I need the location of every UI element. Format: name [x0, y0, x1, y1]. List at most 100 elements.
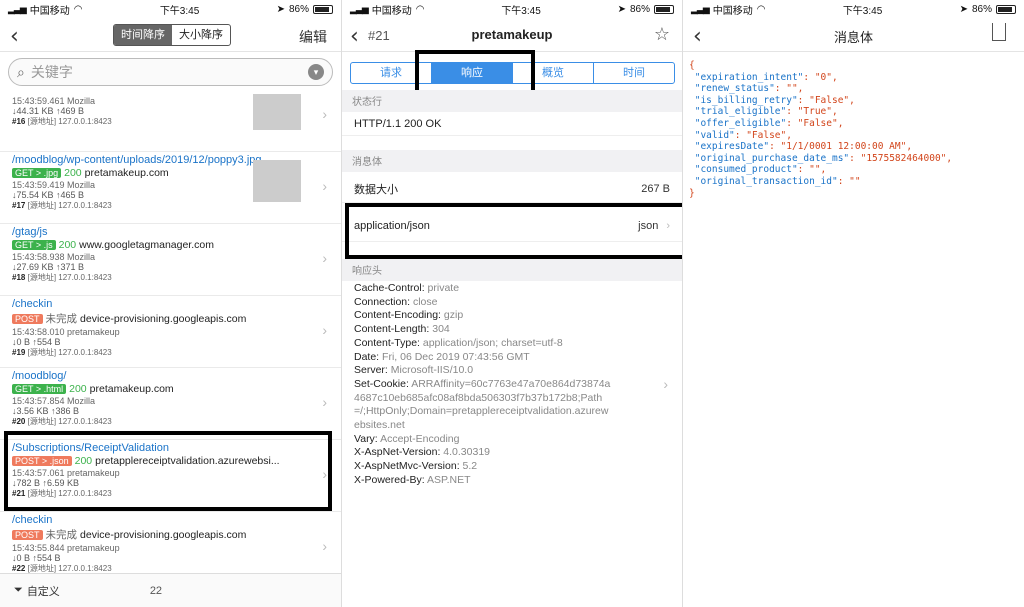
- source-address: [源地址] 127.0.0.1:8423: [27, 417, 112, 426]
- request-path: /moodblog/: [12, 370, 67, 382]
- json-body: { "expiration_intent": "0", "renew_statu…: [689, 60, 952, 199]
- list-navbar: ‹ 时间降序 大小降序 编辑: [0, 18, 341, 52]
- clock: 下午3:45: [842, 5, 883, 17]
- json-line: {: [689, 60, 952, 72]
- sort-by-size[interactable]: 大小降序: [172, 25, 230, 45]
- json-value: : "1/1/0001 12:00:00 AM",: [769, 141, 913, 153]
- host: pretamakeup.com: [89, 383, 174, 395]
- chevron-right-icon: ›: [322, 322, 327, 338]
- json-key: "offer_eligible": [689, 117, 787, 129]
- json-key: "expiresDate": [689, 141, 770, 153]
- header-key: Date:: [354, 350, 380, 363]
- source-address: [源地址] 127.0.0.1:8423: [27, 201, 112, 210]
- header-value: Accept-Encoding: [380, 432, 460, 445]
- list-item[interactable]: GET > .jpg200pretamakeup.com15:43:59.461…: [0, 94, 341, 152]
- json-line: "consumed_product": "",: [689, 164, 952, 176]
- request-id-line: #18 [源地址] 127.0.0.1:8423: [12, 272, 331, 283]
- request-id: #18: [12, 273, 26, 282]
- header-key: X-AspNet-Version:: [354, 446, 441, 459]
- battery-level: 86%: [288, 3, 309, 15]
- highlight-box-row-21: [4, 431, 332, 511]
- source-address: [源地址] 127.0.0.1:8423: [27, 348, 112, 357]
- chevron-down-icon[interactable]: ▾: [308, 64, 324, 80]
- wifi-icon: ◠: [756, 3, 766, 15]
- signal-icon: ▂▃▅: [350, 3, 369, 14]
- status-bar: ▂▃▅ 中国移动 ◠ 下午3:45 ➤ 86%: [0, 0, 341, 18]
- method-tag: POST: [12, 314, 43, 324]
- body-navbar: ‹ 消息体: [683, 18, 1024, 52]
- transfer-size: ↓27.69 KB ↑371 B: [12, 262, 85, 272]
- search-input[interactable]: ⌕ 关键字 ▾: [8, 58, 333, 86]
- message-body-screen: ▂▃▅ 中国移动 ◠ 下午3:45 ➤ 86% ‹ 消息体 { "expiration…: [682, 0, 1024, 607]
- battery-icon: [654, 4, 674, 14]
- json-line: }: [689, 188, 952, 200]
- request-id-line: #20 [源地址] 127.0.0.1:8423: [12, 416, 331, 427]
- edit-button[interactable]: 编辑: [299, 27, 327, 47]
- carrier: 中国移动: [29, 5, 70, 17]
- status-code: 200: [64, 94, 82, 95]
- share-icon[interactable]: [992, 23, 1006, 41]
- json-key: "valid": [689, 129, 735, 141]
- header-line: X-AspNet-Version: 4.0.30319: [354, 446, 662, 460]
- header-line: Set-Cookie: ARRAffinity=60c7763e47a70e86…: [354, 378, 662, 392]
- header-key: Connection:: [354, 295, 411, 308]
- timestamp-agent: 15:43:58.938 Mozilla: [12, 252, 96, 262]
- body-size-row: 数据大小 267 B: [342, 175, 682, 203]
- chevron-right-icon[interactable]: ›: [663, 376, 668, 392]
- header-line: Cache-Control: private: [354, 282, 662, 296]
- request-path: /checkin: [12, 514, 53, 526]
- request-id: #16: [12, 117, 26, 126]
- status-line: HTTP/1.1 200 OK: [342, 112, 682, 136]
- method-tag: POST: [12, 530, 43, 540]
- json-line: "original_purchase_date_ms": "1575582464…: [689, 153, 952, 165]
- host: device-provisioning.googleapis.com: [80, 529, 247, 541]
- json-key: "consumed_product": [689, 164, 798, 176]
- status-code: 未完成: [45, 529, 78, 541]
- header-line: Content-Length: 304: [354, 323, 662, 337]
- request-path: /checkin: [12, 298, 53, 310]
- filter-icon[interactable]: ⏷: [14, 584, 23, 597]
- list-item[interactable]: /moodblog/wp-content/uploads/2019/12/pop…: [0, 152, 341, 224]
- request-id: #22: [12, 564, 26, 573]
- json-line: "original_transaction_id": "": [689, 176, 952, 188]
- filter-label[interactable]: 自定义: [27, 583, 60, 599]
- chevron-right-icon: ›: [322, 394, 327, 410]
- timestamp-agent: 15:43:55.844 pretamakeup: [12, 543, 120, 553]
- sort-by-time[interactable]: 时间降序: [114, 25, 172, 45]
- header-value: ebsites.net: [354, 419, 405, 432]
- response-headers: Cache-Control: private Connection: close C…: [354, 282, 662, 488]
- method-tag: GET > .jpg: [12, 168, 62, 178]
- host: pretamakeup.com: [85, 94, 169, 95]
- source-address: [源地址] 127.0.0.1:8423: [27, 564, 112, 573]
- list-item[interactable]: /checkin POST 未完成 device-provisioning.googl…: [0, 512, 341, 573]
- list-item[interactable]: /gtag/js GET > .js 200 www.googletagmanager…: [0, 224, 341, 296]
- json-value: : "False",: [786, 117, 844, 129]
- request-summary: GET > .html 200 pretamakeup.com: [12, 383, 331, 395]
- request-count: 22: [149, 584, 163, 597]
- header-value: application/json; charset=utf-8: [422, 336, 563, 349]
- header-key: Content-Length:: [354, 323, 430, 336]
- header-key: Set-Cookie:: [354, 377, 409, 390]
- json-value: : "": [837, 175, 861, 187]
- json-line: "offer_eligible": "False",: [689, 118, 952, 130]
- request-detail-screen: ▂▃▅ 中国移动 ◠ 下午3:45 ➤ 86% ‹ #21 pretamakeup ☆…: [341, 0, 682, 607]
- request-id: #17: [12, 201, 26, 210]
- chevron-right-icon: ›: [322, 178, 327, 194]
- host: www.googletagmanager.com: [79, 239, 214, 251]
- back-chevron-icon[interactable]: ‹: [10, 24, 19, 49]
- timestamp-agent: 15:43:57.854 Mozilla: [12, 396, 96, 406]
- json-key: "expiration_intent": [689, 71, 804, 83]
- header-key: X-AspNetMvc-Version:: [354, 460, 460, 473]
- status-section-header: 状态行: [342, 90, 682, 112]
- request-id-line: #19 [源地址] 127.0.0.1:8423: [12, 347, 331, 358]
- clock: 下午3:45: [501, 5, 541, 17]
- page-title: 消息体: [833, 30, 873, 45]
- list-item[interactable]: /checkin POST 未完成 device-provisioning.googl…: [0, 296, 341, 368]
- tab-timing[interactable]: 时间: [594, 63, 674, 83]
- wifi-icon: ◠: [415, 3, 425, 15]
- header-line: X-AspNetMvc-Version: 5.2: [354, 460, 662, 474]
- list-item[interactable]: /moodblog/GET > .html 200 pretamakeup.com 1…: [0, 368, 341, 440]
- header-line: Date: Fri, 06 Dec 2019 07:43:56 GMT: [354, 351, 662, 365]
- star-icon[interactable]: ☆: [654, 24, 670, 45]
- header-line: Content-Encoding: gzip: [354, 309, 662, 323]
